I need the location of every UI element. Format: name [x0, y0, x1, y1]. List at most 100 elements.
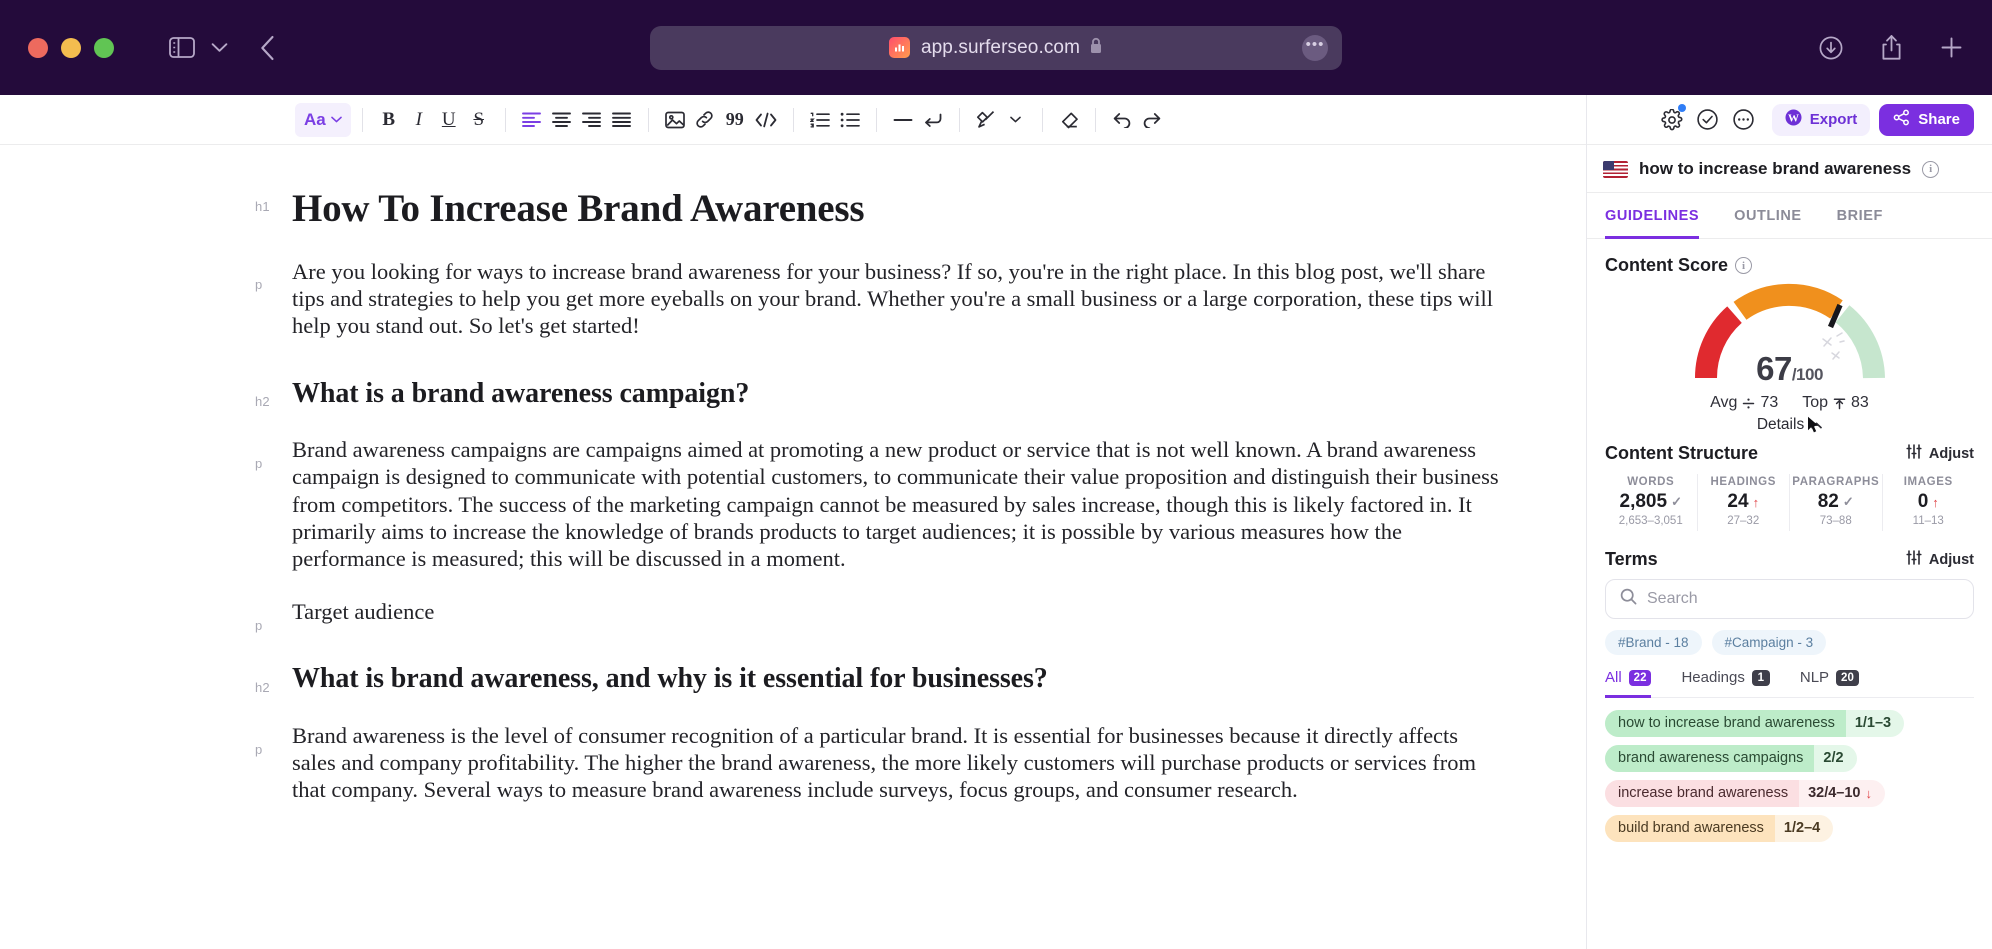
settings-gear-icon[interactable] — [1654, 102, 1690, 138]
document-editor[interactable]: h1 How To Increase Brand Awareness p Are… — [0, 145, 1586, 804]
term-item[interactable]: build brand awareness 1/2–4 — [1605, 815, 1834, 842]
back-button[interactable] — [260, 35, 275, 61]
document-block[interactable]: h2 What is brand awareness, and why is i… — [0, 662, 1586, 696]
line-break-icon[interactable] — [918, 103, 948, 137]
document-block[interactable]: p Brand awareness campaigns are campaign… — [0, 436, 1586, 572]
redo-icon[interactable] — [1137, 103, 1167, 137]
underline-button[interactable]: U — [434, 103, 464, 137]
details-toggle-button[interactable]: Details — [1743, 412, 1836, 438]
more-options-icon[interactable] — [1726, 102, 1762, 138]
chevron-down-icon[interactable] — [1001, 103, 1031, 137]
align-justify-button[interactable] — [607, 103, 637, 137]
heading[interactable]: What is brand awareness, and why is it e… — [292, 662, 1506, 696]
align-left-button[interactable] — [517, 103, 547, 137]
bold-button[interactable]: B — [374, 103, 404, 137]
terms-tab-count: 22 — [1628, 669, 1652, 686]
clear-formatting-icon[interactable] — [1054, 103, 1084, 137]
hash-tag[interactable]: #Campaign - 3 — [1711, 630, 1827, 655]
search-icon — [1620, 588, 1637, 610]
panel-toolbar: W Export Share — [1587, 95, 1992, 145]
terms-tab-nlp[interactable]: NLP 20 — [1800, 669, 1859, 698]
page-menu-button[interactable]: ••• — [1302, 34, 1328, 61]
stat-headings: HEADINGS 24 ↑ 27–32 — [1698, 474, 1790, 531]
close-window-button[interactable] — [28, 37, 48, 58]
avg-benchmark: Avg 73 — [1710, 394, 1778, 412]
adjust-structure-button[interactable]: Adjust — [1906, 444, 1974, 463]
terms-tab-count: 1 — [1751, 669, 1770, 686]
term-item[interactable]: brand awareness campaigns 2/2 — [1605, 745, 1857, 772]
document-block[interactable]: h2 What is a brand awareness campaign? — [0, 377, 1586, 411]
stat-value: 2,805 — [1619, 491, 1668, 512]
insert-link-icon[interactable] — [690, 103, 720, 137]
search-input[interactable] — [1647, 590, 1959, 608]
maximize-window-button[interactable] — [94, 37, 114, 58]
terms-tab-all[interactable]: All 22 — [1605, 669, 1652, 698]
terms-search-box[interactable] — [1605, 579, 1974, 619]
terms-tab-headings[interactable]: Headings 1 — [1681, 669, 1770, 698]
content-structure-header: Content Structure Adjust — [1605, 443, 1974, 464]
share-button[interactable]: Share — [1879, 103, 1974, 136]
tab-guidelines[interactable]: GUIDELINES — [1605, 194, 1700, 239]
avg-label: Avg — [1710, 394, 1738, 411]
top-arrow-icon — [1833, 397, 1846, 410]
block-tag: h2 — [255, 679, 270, 695]
heading[interactable]: What is a brand awareness campaign? — [292, 377, 1506, 411]
wordpress-icon: W — [1785, 109, 1802, 130]
strikethrough-button[interactable]: S — [464, 103, 494, 137]
downloads-icon[interactable] — [1818, 35, 1844, 61]
share-nodes-icon — [1893, 109, 1910, 130]
share-icon[interactable] — [1880, 34, 1903, 61]
document-block[interactable]: h1 How To Increase Brand Awareness — [0, 187, 1586, 232]
check-circle-icon[interactable] — [1690, 102, 1726, 138]
arrow-up-icon: ↑ — [1932, 494, 1939, 510]
stat-label: PARAGRAPHS — [1792, 476, 1880, 488]
document-scroll-area[interactable]: h1 How To Increase Brand Awareness p Are… — [0, 145, 1586, 949]
surfer-seo-favicon — [888, 37, 910, 58]
paint-brush-icon[interactable] — [971, 103, 1001, 137]
horizontal-rule-icon[interactable] — [888, 103, 918, 137]
align-right-button[interactable] — [577, 103, 607, 137]
blockquote-icon[interactable]: 99 — [720, 103, 750, 137]
align-center-button[interactable] — [547, 103, 577, 137]
window-controls[interactable] — [28, 37, 114, 58]
italic-button[interactable]: I — [404, 103, 434, 137]
paragraph[interactable]: Target audience — [292, 598, 1506, 625]
browser-right-actions — [1818, 34, 1964, 61]
address-bar[interactable]: app.surferseo.com ••• — [650, 25, 1342, 70]
document-block[interactable]: p Are you looking for ways to increase b… — [0, 258, 1586, 340]
paragraph[interactable]: Are you looking for ways to increase bra… — [292, 258, 1506, 340]
term-item[interactable]: increase brand awareness 32/4–10 ↓ — [1605, 780, 1885, 807]
info-icon[interactable]: i — [1922, 160, 1940, 178]
hash-tag-list: #Brand - 18 #Campaign - 3 — [1605, 630, 1974, 655]
tab-outline[interactable]: OUTLINE — [1734, 194, 1802, 239]
ordered-list-icon[interactable] — [805, 103, 835, 137]
paragraph[interactable]: Brand awareness campaigns are campaigns … — [292, 436, 1506, 572]
document-block[interactable]: p Brand awareness is the level of consum… — [0, 722, 1586, 804]
export-button[interactable]: W Export — [1771, 103, 1871, 136]
term-item[interactable]: how to increase brand awareness 1/1–3 — [1605, 710, 1905, 737]
paragraph[interactable]: Brand awareness is the level of consumer… — [292, 722, 1506, 804]
chevron-down-icon[interactable] — [211, 42, 228, 53]
page-title[interactable]: How To Increase Brand Awareness — [292, 187, 1506, 232]
adjust-terms-button[interactable]: Adjust — [1906, 550, 1974, 569]
keyword-header: how to increase brand awareness i — [1587, 145, 1992, 193]
sidebar-toggle-icon[interactable] — [169, 37, 195, 58]
font-style-dropdown[interactable]: Aa — [295, 102, 351, 137]
insert-image-icon[interactable] — [660, 103, 690, 137]
info-icon[interactable]: i — [1735, 257, 1753, 274]
undo-icon[interactable] — [1107, 103, 1137, 137]
minimize-window-button[interactable] — [61, 37, 81, 58]
hash-tag[interactable]: #Brand - 18 — [1605, 630, 1702, 655]
term-count: 1/2–4 — [1783, 820, 1821, 836]
panel-scroll-area[interactable]: Content Score i 67/100 Avg 73 Top 83 Det… — [1587, 239, 1992, 949]
code-block-icon[interactable] — [750, 103, 782, 137]
tab-brief[interactable]: BRIEF — [1837, 194, 1883, 239]
term-count: 1/1–3 — [1854, 715, 1892, 731]
stat-label: HEADINGS — [1710, 476, 1776, 488]
toolbar-divider — [792, 107, 794, 132]
document-block[interactable]: p Target audience — [0, 598, 1586, 633]
new-tab-icon[interactable] — [1939, 35, 1964, 60]
terms-header: Terms Adjust — [1605, 549, 1974, 570]
stat-value: 0 — [1917, 491, 1929, 512]
bullet-list-icon[interactable] — [835, 103, 865, 137]
